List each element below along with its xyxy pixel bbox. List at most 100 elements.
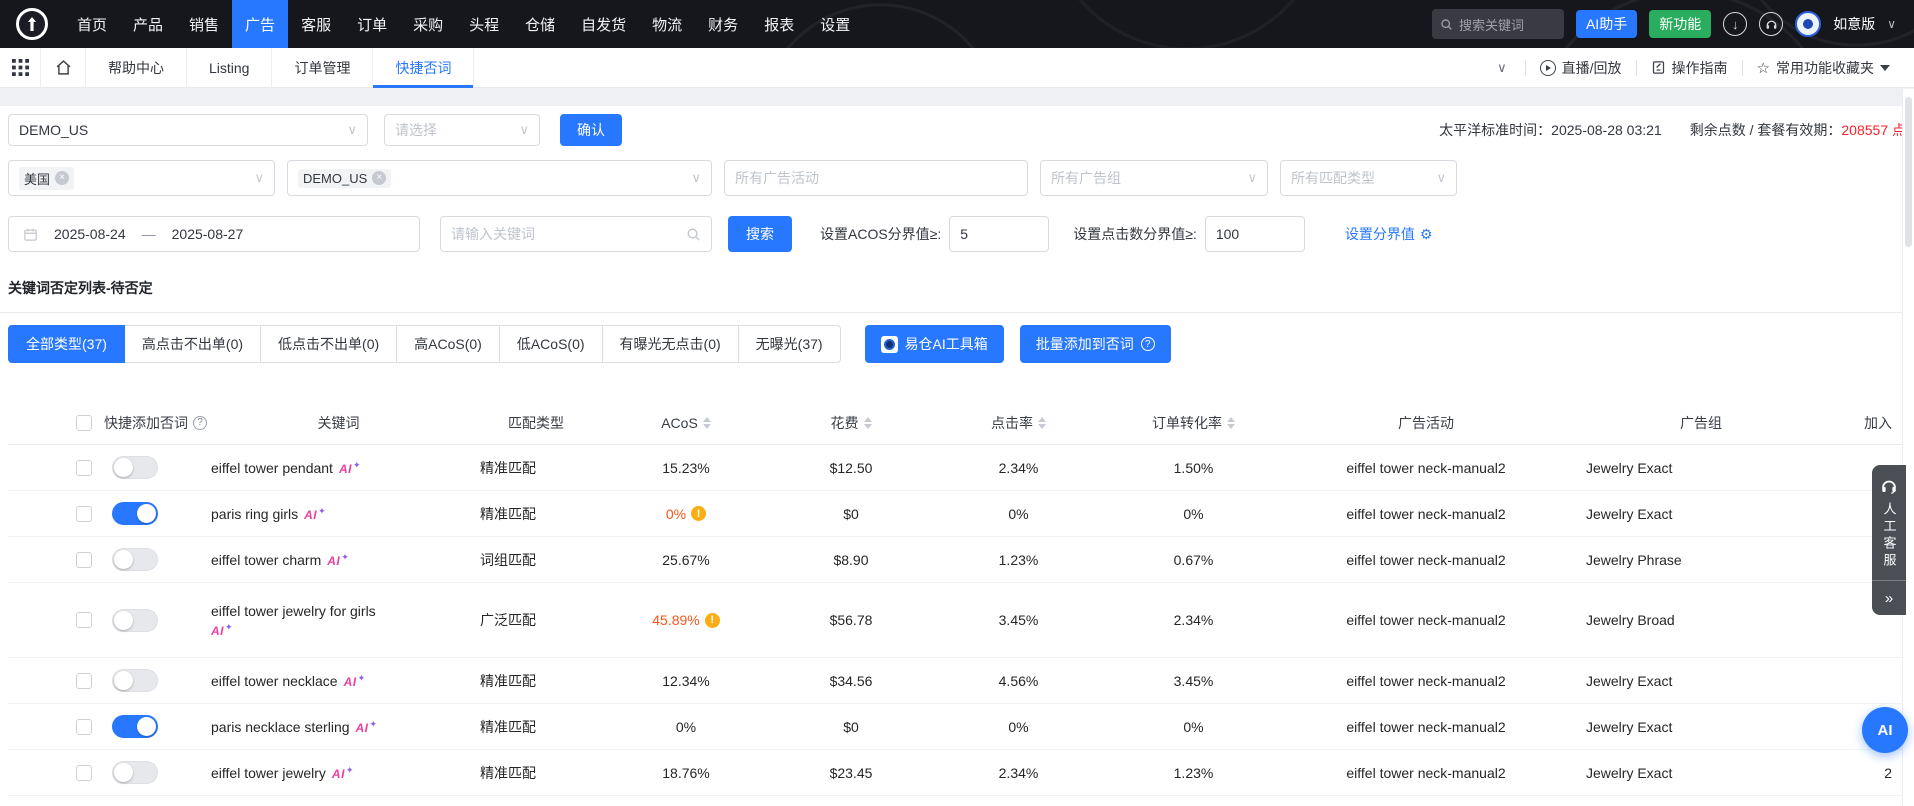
workspace-tab[interactable]: Listing [187, 48, 271, 88]
warning-icon[interactable]: ! [691, 506, 706, 521]
warning-icon[interactable]: ! [705, 613, 720, 628]
main-menu-item[interactable]: 自发货 [568, 0, 639, 48]
main-menu-item[interactable]: 报表 [751, 0, 807, 48]
main-menu-item[interactable]: 采购 [400, 0, 456, 48]
support-widget[interactable]: 人工客服 » [1872, 465, 1906, 615]
guide-link[interactable]: 操作指南 [1651, 58, 1728, 78]
set-threshold-link[interactable]: 设置分界值 ⚙ [1345, 224, 1433, 244]
scrollbar-thumb[interactable] [1905, 97, 1912, 247]
row-checkbox[interactable] [76, 506, 92, 522]
chevron-down-icon[interactable]: ∨ [1497, 60, 1507, 76]
quick-negate-toggle[interactable] [112, 761, 158, 784]
sort-icon[interactable] [1038, 417, 1046, 429]
collapse-button[interactable]: » [1872, 581, 1906, 615]
keyword-input[interactable] [451, 226, 686, 242]
quick-negate-cell [100, 583, 211, 657]
row-checkbox[interactable] [76, 460, 92, 476]
headset-icon[interactable] [1759, 12, 1783, 36]
row-select-cell [8, 583, 100, 657]
country-tag-label: 美国 [24, 169, 50, 188]
quick-negate-toggle[interactable] [112, 609, 158, 632]
quick-negate-toggle[interactable] [112, 456, 158, 479]
workspace-tab[interactable]: 快捷否词 [373, 48, 473, 88]
clicks-threshold-input[interactable] [1205, 216, 1305, 252]
main-menu-item[interactable]: 物流 [639, 0, 695, 48]
row-checkbox[interactable] [76, 552, 92, 568]
quick-negate-toggle[interactable] [112, 715, 158, 738]
filter-tab[interactable]: 有曝光无点击(0) [602, 325, 739, 363]
filter-tab[interactable]: 低点击不出单(0) [260, 325, 397, 363]
keyword-text: eiffel tower charm [211, 552, 321, 568]
acos-cell: 45.89%! [606, 583, 766, 657]
ai-badge: AI✦ [304, 506, 326, 522]
main-menu-item[interactable]: 客服 [288, 0, 344, 48]
favorites-link[interactable]: ☆ 常用功能收藏夹 [1757, 58, 1890, 78]
main-menu-item[interactable]: 头程 [456, 0, 512, 48]
sort-icon[interactable] [1227, 417, 1235, 429]
main-menu-item[interactable]: 设置 [807, 0, 863, 48]
keyword-cell: paris ring girlsAI✦ [211, 491, 466, 536]
ai-floating-button[interactable]: AI [1862, 707, 1908, 753]
acos-cell: 0%! [606, 491, 766, 536]
main-menu-item[interactable]: 订单 [344, 0, 400, 48]
ai-toolbox-button[interactable]: 易仓AI工具箱 [865, 325, 1004, 363]
filter-tab[interactable]: 高点击不出单(0) [124, 325, 261, 363]
global-search-input[interactable]: 搜索关键词 [1432, 9, 1564, 39]
main-menu-item[interactable]: 仓储 [512, 0, 568, 48]
divider [1636, 60, 1637, 76]
avatar[interactable] [1795, 11, 1821, 37]
apps-grid-icon[interactable] [0, 59, 40, 76]
sort-icon[interactable] [864, 417, 872, 429]
quick-negate-toggle[interactable] [112, 502, 158, 525]
adgroup-select[interactable]: 所有广告组 ∨ [1040, 160, 1268, 196]
acos-cell: 15.23% [606, 445, 766, 490]
confirm-button[interactable]: 确认 [560, 114, 622, 146]
row-checkbox[interactable] [76, 673, 92, 689]
table-row: eiffel tower pendantAI✦精准匹配15.23%$12.502… [8, 445, 1906, 491]
match-type-select[interactable]: 所有匹配类型 ∨ [1280, 160, 1457, 196]
select-all-checkbox[interactable] [76, 415, 92, 431]
quick-negate-toggle[interactable] [112, 548, 158, 571]
workspace-tab[interactable]: 订单管理 [272, 48, 372, 88]
main-menu-item[interactable]: 产品 [120, 0, 176, 48]
main-menu-item[interactable]: 首页 [64, 0, 120, 48]
quick-negate-toggle[interactable] [112, 669, 158, 692]
points-info: 剩余点数 / 套餐有效期：208557 点 [1690, 120, 1906, 140]
filter-tab[interactable]: 低ACoS(0) [499, 325, 603, 363]
ai-assistant-button[interactable]: AI助手 [1576, 10, 1637, 38]
secondary-select[interactable]: 请选择 ∨ [384, 114, 540, 146]
home-icon[interactable] [41, 59, 85, 76]
row-checkbox[interactable] [76, 765, 92, 781]
search-button[interactable]: 搜索 [728, 216, 792, 252]
filter-tab[interactable]: 高ACoS(0) [396, 325, 500, 363]
acos-threshold-input[interactable] [949, 216, 1049, 252]
help-icon[interactable]: ? [193, 416, 207, 430]
version-label[interactable]: 如意版 [1833, 14, 1875, 34]
shop-select[interactable]: DEMO_US × ∨ [287, 160, 712, 196]
date-range-picker[interactable]: 2025-08-24 — 2025-08-27 [8, 216, 420, 252]
download-icon[interactable]: ↓ [1723, 12, 1747, 36]
live-replay-link[interactable]: 直播/回放 [1540, 58, 1622, 78]
sort-icon[interactable] [703, 417, 711, 429]
workspace-tab[interactable]: 帮助中心 [86, 48, 186, 88]
tag-close-icon[interactable]: × [372, 171, 386, 185]
adgroup-cell: Jewelry Exact [1566, 445, 1836, 490]
chevron-down-icon[interactable]: ∨ [1887, 17, 1896, 31]
batch-add-negatives-button[interactable]: 批量添加到否词 ? [1020, 325, 1171, 363]
row-checkbox[interactable] [76, 719, 92, 735]
main-menu-item[interactable]: 销售 [176, 0, 232, 48]
filter-tab[interactable]: 无曝光(37) [738, 325, 841, 363]
country-select[interactable]: 美国 × ∨ [8, 160, 275, 196]
main-menu-item[interactable]: 广告 [232, 0, 288, 48]
campaign-select[interactable]: 所有广告活动 [724, 160, 1028, 196]
row-checkbox[interactable] [76, 612, 92, 628]
main-menu-item[interactable]: 财务 [695, 0, 751, 48]
filter-tab[interactable]: 全部类型(37) [8, 325, 125, 363]
match-type-select-placeholder: 所有匹配类型 [1291, 168, 1375, 188]
scrollbar[interactable] [1902, 89, 1914, 806]
row-select-cell [8, 491, 100, 536]
store-select[interactable]: DEMO_US ∨ [8, 114, 368, 146]
tag-close-icon[interactable]: × [55, 171, 69, 185]
app-logo[interactable] [0, 0, 64, 48]
new-feature-button[interactable]: 新功能 [1649, 10, 1711, 38]
